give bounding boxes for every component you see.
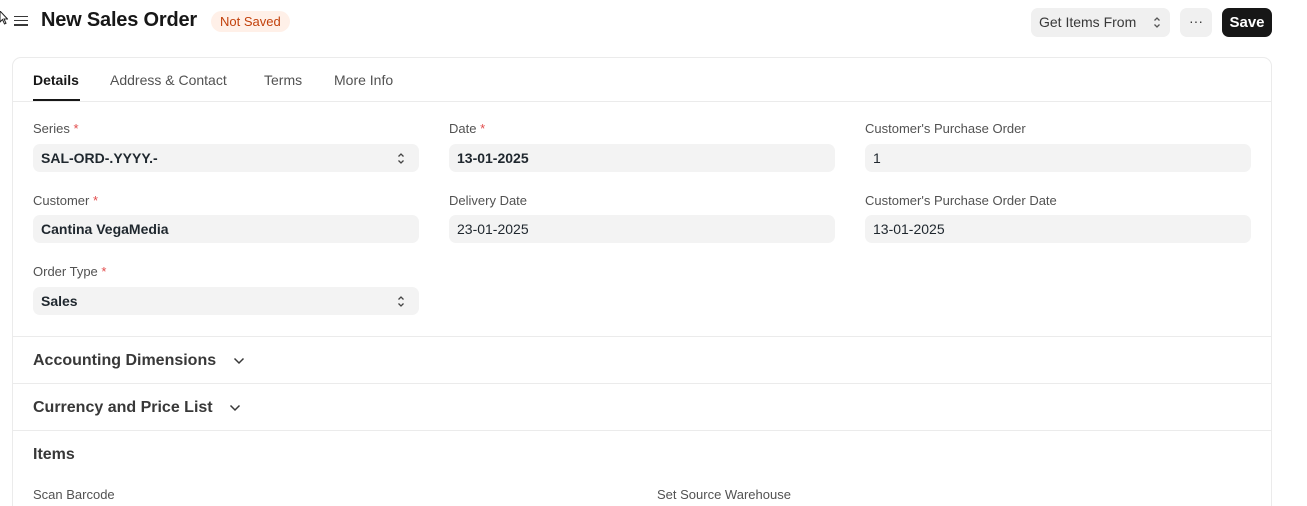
form-card: Details Address & Contact Terms More Inf… [12, 57, 1272, 506]
menu-icon[interactable] [13, 13, 29, 29]
customer-po-field[interactable]: 1 [865, 144, 1251, 172]
required-marker: * [73, 121, 79, 136]
save-button[interactable]: Save [1222, 8, 1272, 37]
active-tab-indicator [33, 99, 80, 101]
select-updown-icon [398, 296, 404, 307]
form-tabs: Details Address & Contact Terms More Inf… [13, 58, 1271, 102]
delivery-date-field[interactable]: 23-01-2025 [449, 215, 835, 243]
customer-po-date-field[interactable]: 13-01-2025 [865, 215, 1251, 243]
customer-po-label: Customer's Purchase Order [865, 121, 1026, 136]
tab-details[interactable]: Details [33, 72, 79, 88]
customer-field[interactable]: Cantina VegaMedia [33, 215, 419, 243]
order-type-label: Order Type * [33, 264, 107, 279]
get-items-from-label: Get Items From [1039, 14, 1137, 30]
series-label: Series * [33, 121, 79, 136]
source-warehouse-label: Set Source Warehouse [657, 487, 791, 502]
series-select[interactable]: SAL-ORD-.YYYY.- [33, 144, 419, 172]
tab-terms[interactable]: Terms [264, 72, 302, 88]
date-field[interactable]: 13-01-2025 [449, 144, 835, 172]
select-updown-icon [1154, 17, 1160, 28]
tab-address-contact[interactable]: Address & Contact [110, 72, 227, 88]
section-divider [13, 430, 1271, 431]
chevron-down-icon [230, 404, 241, 411]
date-label: Date * [449, 121, 486, 136]
section-accounting-dimensions[interactable]: Accounting Dimensions [33, 352, 245, 370]
more-actions-button[interactable]: ··· [1180, 8, 1212, 37]
scan-barcode-label: Scan Barcode [33, 487, 115, 502]
get-items-from-button[interactable]: Get Items From [1031, 8, 1170, 37]
section-divider [13, 336, 1271, 337]
section-divider [13, 383, 1271, 384]
mouse-cursor-icon [0, 11, 8, 25]
required-marker: * [480, 121, 486, 136]
section-currency-price-list[interactable]: Currency and Price List [33, 399, 241, 417]
customer-po-date-label: Customer's Purchase Order Date [865, 193, 1057, 208]
chevron-down-icon [233, 357, 244, 364]
page-title: New Sales Order [41, 9, 197, 31]
required-marker: * [92, 193, 99, 208]
section-items-title: Items [33, 446, 75, 463]
customer-label: Customer * [33, 193, 99, 208]
tab-more-info[interactable]: More Info [334, 72, 393, 88]
order-type-select[interactable]: Sales [33, 287, 419, 315]
select-updown-icon [398, 153, 404, 164]
page-header: New Sales Order Not Saved Get Items From… [0, 0, 1307, 44]
required-marker: * [101, 264, 107, 279]
delivery-date-label: Delivery Date [449, 193, 528, 208]
status-badge: Not Saved [211, 11, 290, 32]
